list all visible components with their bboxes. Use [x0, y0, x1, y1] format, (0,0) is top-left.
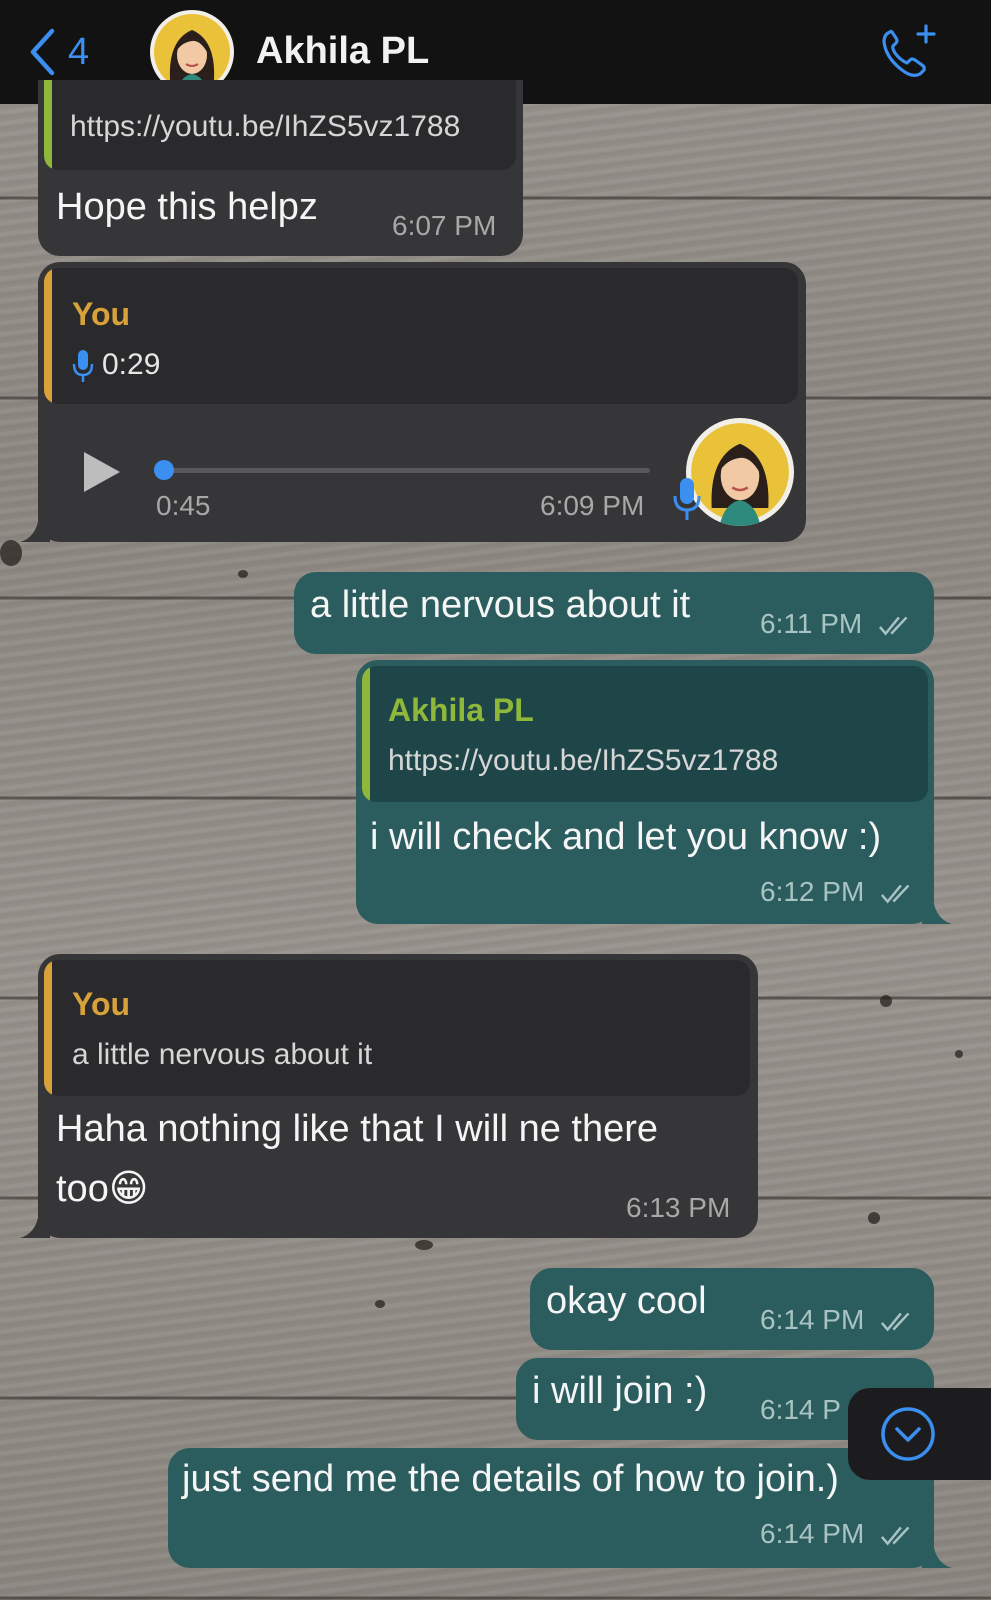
- quoted-message[interactable]: You a little nervous about it: [44, 960, 750, 1096]
- message-text: Hope this helpz: [56, 186, 318, 228]
- double-check-icon: [878, 616, 908, 636]
- message-bubble[interactable]: You a little nervous about it Haha nothi…: [20, 954, 758, 1238]
- play-button[interactable]: [82, 450, 122, 499]
- microphone-icon: [70, 348, 96, 389]
- contact-name[interactable]: Akhila PL: [256, 30, 429, 73]
- chevron-left-icon: [30, 28, 55, 76]
- message-time: 6:12 PM: [760, 876, 918, 908]
- message-text-line: too😁: [56, 1168, 149, 1210]
- add-call-icon: [882, 24, 936, 77]
- scroll-to-bottom-button[interactable]: [848, 1388, 991, 1480]
- message-time: 6:13 PM: [626, 1192, 731, 1223]
- message-time: 6:14 PM: [760, 1304, 918, 1336]
- voice-progress-track[interactable]: [162, 468, 650, 473]
- voice-message-bubble[interactable]: You 0:29 0:45 6:09 PM: [20, 262, 806, 542]
- unread-count: 4: [68, 30, 90, 73]
- message-time: 6:14 P: [760, 1394, 841, 1425]
- microphone-icon: [672, 476, 702, 527]
- sender-avatar: [686, 418, 794, 526]
- chevron-down-circle-icon: [881, 1407, 935, 1461]
- message-time: 6:07 PM: [392, 210, 497, 241]
- quoted-message[interactable]: https://youtu.be/IhZS5vz1788: [44, 80, 516, 170]
- double-check-icon: [881, 884, 910, 904]
- message-bubble[interactable]: Akhila PL https://youtu.be/IhZS5vz1788 i…: [356, 660, 952, 924]
- quote-author: You: [72, 986, 131, 1022]
- quoted-link: https://youtu.be/IhZS5vz1788: [388, 744, 779, 777]
- message-text: a little nervous about it: [310, 584, 691, 626]
- quoted-message[interactable]: Akhila PL https://youtu.be/IhZS5vz1788: [362, 666, 928, 802]
- message-time: 6:09 PM: [540, 490, 645, 521]
- quote-author: Akhila PL: [388, 692, 534, 728]
- voice-elapsed: 0:45: [156, 490, 211, 521]
- message-text: okay cool: [546, 1280, 707, 1322]
- quoted-text: a little nervous about it: [72, 1038, 373, 1071]
- message-bubble[interactable]: a little nervous about it 6:11 PM: [294, 572, 934, 654]
- message-time: 6:11 PM: [760, 608, 916, 640]
- quoted-message[interactable]: You 0:29: [44, 268, 798, 404]
- quote-author: You: [72, 296, 131, 332]
- message-text: i will join :): [532, 1370, 708, 1412]
- message-text: just send me the details of how to join.…: [182, 1458, 839, 1500]
- play-icon: [84, 452, 120, 492]
- message-time: 6:14 PM: [760, 1518, 918, 1550]
- double-check-icon: [881, 1312, 910, 1332]
- message-bubble[interactable]: https://youtu.be/IhZS5vz1788 Hope this h…: [38, 80, 523, 256]
- quoted-link: https://youtu.be/IhZS5vz1788: [70, 110, 461, 143]
- voice-progress-knob[interactable]: [154, 460, 174, 480]
- message-bubble[interactable]: just send me the details of how to join.…: [168, 1448, 952, 1568]
- quoted-voice-duration: 0:29: [102, 348, 161, 381]
- message-text: i will check and let you know :): [370, 816, 882, 858]
- add-call-button[interactable]: [878, 24, 938, 80]
- double-check-icon: [881, 1526, 910, 1546]
- message-text-line: Haha nothing like that I will ne there: [56, 1108, 659, 1150]
- back-button[interactable]: 4: [28, 24, 89, 80]
- message-bubble[interactable]: okay cool 6:14 PM: [530, 1268, 934, 1350]
